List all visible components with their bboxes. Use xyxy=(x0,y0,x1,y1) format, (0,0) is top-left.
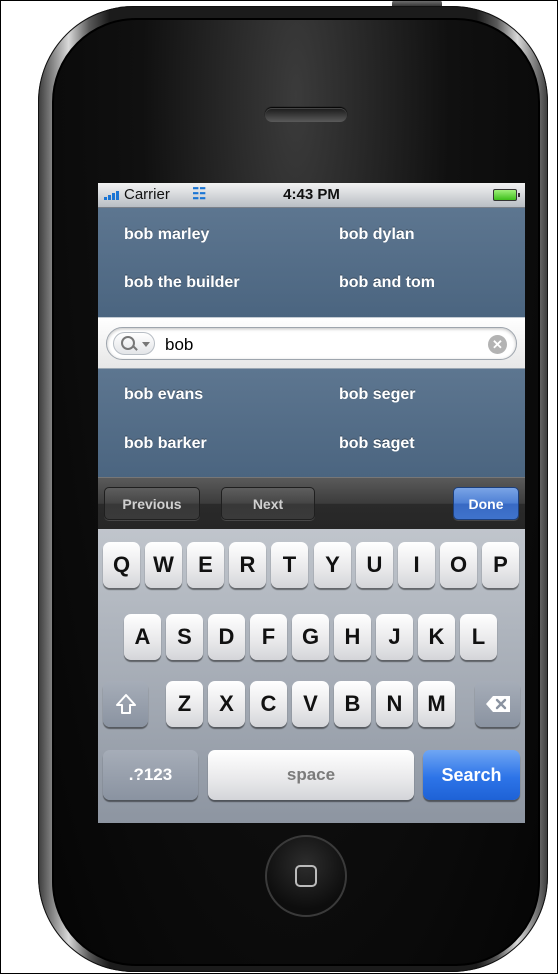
suggestion-item[interactable]: bob and tom xyxy=(339,274,435,292)
phone-screen: Carrier ☷ 4:43 PM bob marley bob dylan b… xyxy=(98,183,525,823)
key-f[interactable]: F xyxy=(250,614,287,660)
key-b[interactable]: B xyxy=(334,681,371,727)
numbers-key[interactable]: .?123 xyxy=(103,750,198,800)
key-o[interactable]: O xyxy=(440,542,477,588)
key-v[interactable]: V xyxy=(292,681,329,727)
search-key[interactable]: Search xyxy=(423,750,520,800)
key-g[interactable]: G xyxy=(292,614,329,660)
clear-text-icon[interactable]: ✕ xyxy=(488,335,507,354)
suggestion-item[interactable]: bob barker xyxy=(124,435,207,453)
space-key[interactable]: space xyxy=(208,750,414,800)
search-bar: bob ✕ xyxy=(98,317,525,369)
key-j[interactable]: J xyxy=(376,614,413,660)
status-bar: Carrier ☷ 4:43 PM xyxy=(98,183,525,208)
key-p[interactable]: P xyxy=(482,542,519,588)
key-n[interactable]: N xyxy=(376,681,413,727)
suggestion-item[interactable]: bob marley xyxy=(124,226,209,244)
suggestion-item[interactable]: bob dylan xyxy=(339,226,415,244)
key-l[interactable]: L xyxy=(460,614,497,660)
key-u[interactable]: U xyxy=(356,542,393,588)
previous-button[interactable]: Previous xyxy=(104,487,200,520)
key-m[interactable]: M xyxy=(418,681,455,727)
key-x[interactable]: X xyxy=(208,681,245,727)
search-input-value: bob xyxy=(165,335,194,354)
done-button[interactable]: Done xyxy=(453,487,519,520)
earpiece-speaker xyxy=(265,108,347,122)
suggestions-bottom: bob evans bob seger bob barker bob saget xyxy=(98,369,525,477)
search-input[interactable]: bob ✕ xyxy=(106,327,517,360)
next-button[interactable]: Next xyxy=(221,487,315,520)
backspace-key[interactable] xyxy=(475,681,520,727)
suggestion-item[interactable]: bob saget xyxy=(339,435,415,453)
key-c[interactable]: C xyxy=(250,681,287,727)
keyboard: Q W E R T Y U I O P A S D F G H J K L Z … xyxy=(98,529,525,823)
battery-icon xyxy=(493,189,520,201)
suggestion-item[interactable]: bob the builder xyxy=(124,274,240,292)
shift-key[interactable] xyxy=(103,681,148,727)
home-square-icon xyxy=(295,865,317,887)
form-assistant-toolbar: Previous Next Done xyxy=(98,477,525,529)
key-w[interactable]: W xyxy=(145,542,182,588)
suggestions-top: bob marley bob dylan bob the builder bob… xyxy=(98,208,525,317)
key-h[interactable]: H xyxy=(334,614,371,660)
home-button[interactable] xyxy=(265,835,347,917)
key-t[interactable]: T xyxy=(271,542,308,588)
status-time: 4:43 PM xyxy=(283,186,340,203)
key-d[interactable]: D xyxy=(208,614,245,660)
key-i[interactable]: I xyxy=(398,542,435,588)
suggestion-item[interactable]: bob seger xyxy=(339,386,415,404)
key-e[interactable]: E xyxy=(187,542,224,588)
search-scope-icon[interactable] xyxy=(113,332,155,355)
key-q[interactable]: Q xyxy=(103,542,140,588)
key-y[interactable]: Y xyxy=(314,542,351,588)
key-k[interactable]: K xyxy=(418,614,455,660)
shift-arrow-icon xyxy=(115,694,136,714)
suggestion-item[interactable]: bob evans xyxy=(124,386,203,404)
backspace-icon xyxy=(485,696,510,712)
key-r[interactable]: R xyxy=(229,542,266,588)
key-z[interactable]: Z xyxy=(166,681,203,727)
key-a[interactable]: A xyxy=(124,614,161,660)
key-s[interactable]: S xyxy=(166,614,203,660)
